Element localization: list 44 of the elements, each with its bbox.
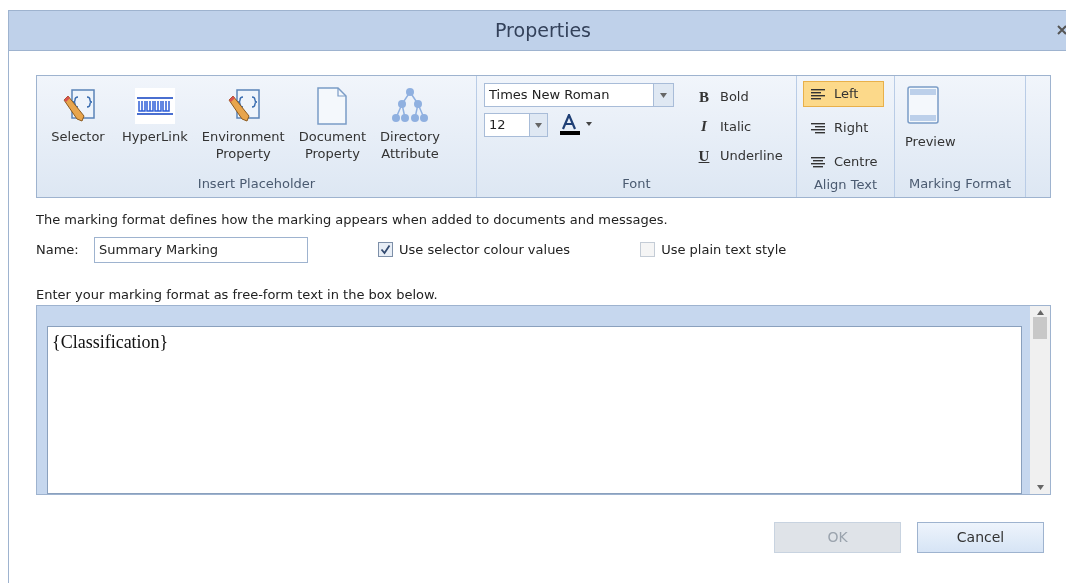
group-label: Marking Format — [907, 174, 1013, 193]
align-button[interactable]: Right — [803, 115, 885, 141]
align-icon — [810, 122, 826, 134]
align-icon — [810, 156, 826, 168]
scroll-up-icon — [1036, 310, 1044, 315]
checkbox[interactable] — [378, 242, 393, 257]
web-link-icon — [134, 88, 175, 124]
dialog-button[interactable]: Cancel — [917, 522, 1044, 553]
checkbox[interactable] — [640, 242, 656, 257]
dropdown-caret-icon — [660, 92, 667, 98]
ribbon-button[interactable]: Document Property — [298, 84, 367, 162]
group-label: Font — [621, 174, 652, 193]
document-icon — [316, 87, 349, 125]
description-text: The marking format defines how the marking appears when added to documents and messages. — [36, 211, 669, 229]
scroll-down-icon — [1036, 485, 1044, 490]
preview-icon — [907, 86, 939, 124]
preview-button[interactable]: Preview — [905, 86, 956, 152]
align-button[interactable]: Left — [803, 81, 885, 107]
name-field[interactable]: Summary Marking — [94, 236, 308, 263]
group-label: Align Text — [812, 176, 878, 194]
close-icon[interactable] — [1057, 25, 1066, 35]
format-text-area[interactable]: {Classification} — [47, 326, 1022, 494]
ribbon-button[interactable]: Environment Property — [201, 84, 285, 162]
align-icon — [810, 88, 826, 100]
window-title: Properties — [495, 18, 591, 44]
align-button[interactable]: Centre — [803, 149, 885, 175]
font-family-select[interactable]: Times New Roman — [484, 83, 674, 107]
scrollbar[interactable] — [1030, 306, 1050, 494]
style-button[interactable]: I Italic — [698, 116, 783, 136]
ribbon-button[interactable]: Directory Attribute — [380, 84, 441, 162]
style-button[interactable]: U Underline — [698, 146, 783, 166]
font-size-select[interactable]: 12 — [484, 113, 548, 137]
hierarchy-icon — [390, 87, 431, 125]
check-icon — [380, 244, 391, 255]
ribbon-button[interactable]: Selector — [48, 84, 108, 145]
dropdown-caret-icon — [535, 122, 542, 128]
instruction-text: Enter your marking format as free-form text in the box below. — [36, 285, 439, 304]
checkbox-label: Use plain text style — [661, 240, 787, 259]
name-label: Name: — [36, 240, 80, 259]
ribbon-button[interactable]: HyperLink — [122, 84, 188, 145]
style-button[interactable]: B Bold — [698, 87, 783, 107]
scroll-thumb[interactable] — [1033, 317, 1047, 339]
group-label: Insert Placeholder — [196, 174, 317, 193]
checkbox-label: Use selector colour values — [399, 240, 571, 259]
